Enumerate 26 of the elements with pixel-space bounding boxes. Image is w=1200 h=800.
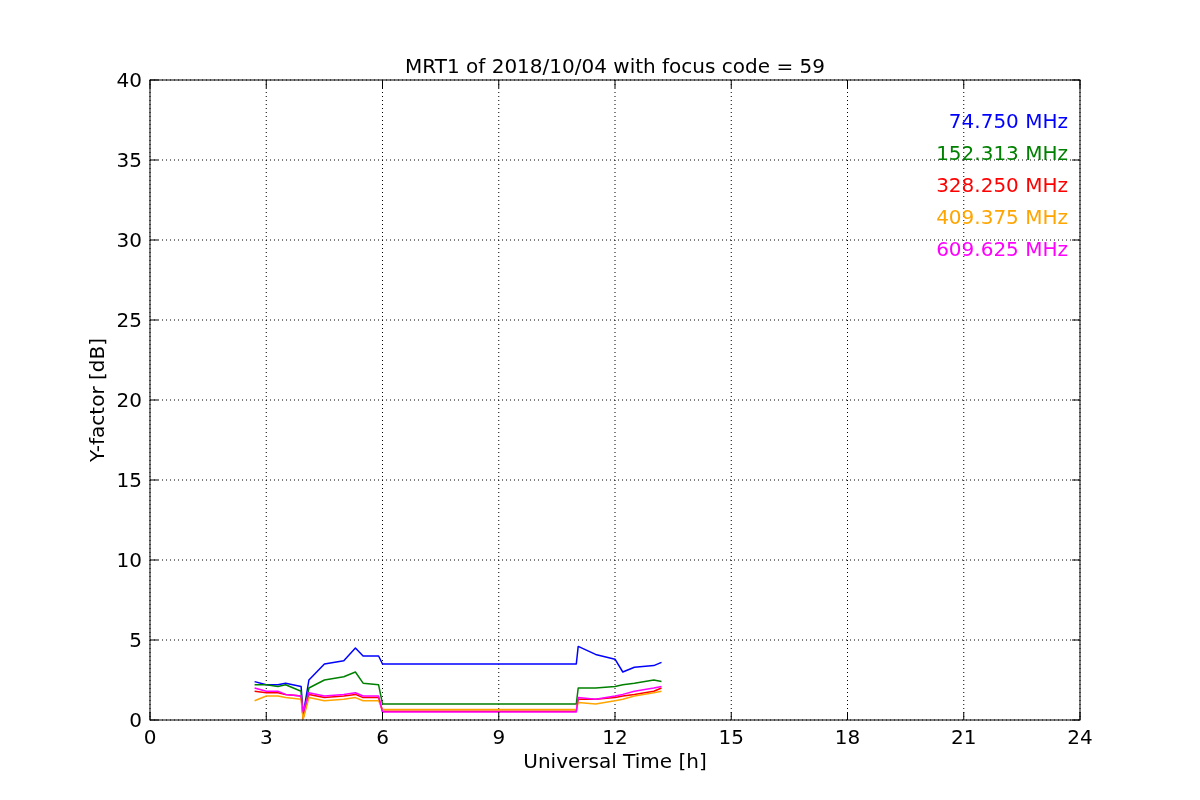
legend-label: 409.375 MHz bbox=[936, 205, 1068, 229]
x-tick-label: 6 bbox=[376, 725, 389, 749]
x-tick-label: 3 bbox=[259, 725, 273, 749]
x-tick-label: 24 bbox=[1067, 725, 1093, 749]
y-axis-label: Y-factor [dB] bbox=[85, 338, 109, 462]
x-tick-label: 21 bbox=[951, 725, 977, 749]
x-tick-label: 15 bbox=[718, 725, 744, 749]
legend-label: 328.250 MHz bbox=[936, 173, 1068, 197]
y-tick-label: 40 bbox=[116, 68, 142, 92]
y-tick-label: 35 bbox=[116, 148, 142, 172]
chart-title: MRT1 of 2018/10/04 with focus code = 59 bbox=[405, 54, 825, 78]
y-tick-label: 20 bbox=[116, 388, 142, 412]
x-tick-label: 9 bbox=[492, 725, 506, 749]
legend-label: 74.750 MHz bbox=[948, 109, 1068, 133]
y-tick-label: 0 bbox=[129, 708, 142, 732]
x-tick-label: 0 bbox=[143, 725, 157, 749]
x-tick-label: 12 bbox=[602, 725, 628, 749]
x-axis-label: Universal Time [h] bbox=[523, 749, 707, 773]
y-tick-label: 10 bbox=[116, 548, 142, 572]
y-tick-label: 30 bbox=[116, 228, 142, 252]
legend-label: 152.313 MHz bbox=[936, 141, 1068, 165]
y-tick-label: 25 bbox=[116, 308, 142, 332]
legend-label: 609.625 MHz bbox=[936, 237, 1068, 261]
y-tick-label: 15 bbox=[116, 468, 142, 492]
y-tick-label: 5 bbox=[129, 628, 142, 652]
x-tick-label: 18 bbox=[834, 725, 861, 749]
